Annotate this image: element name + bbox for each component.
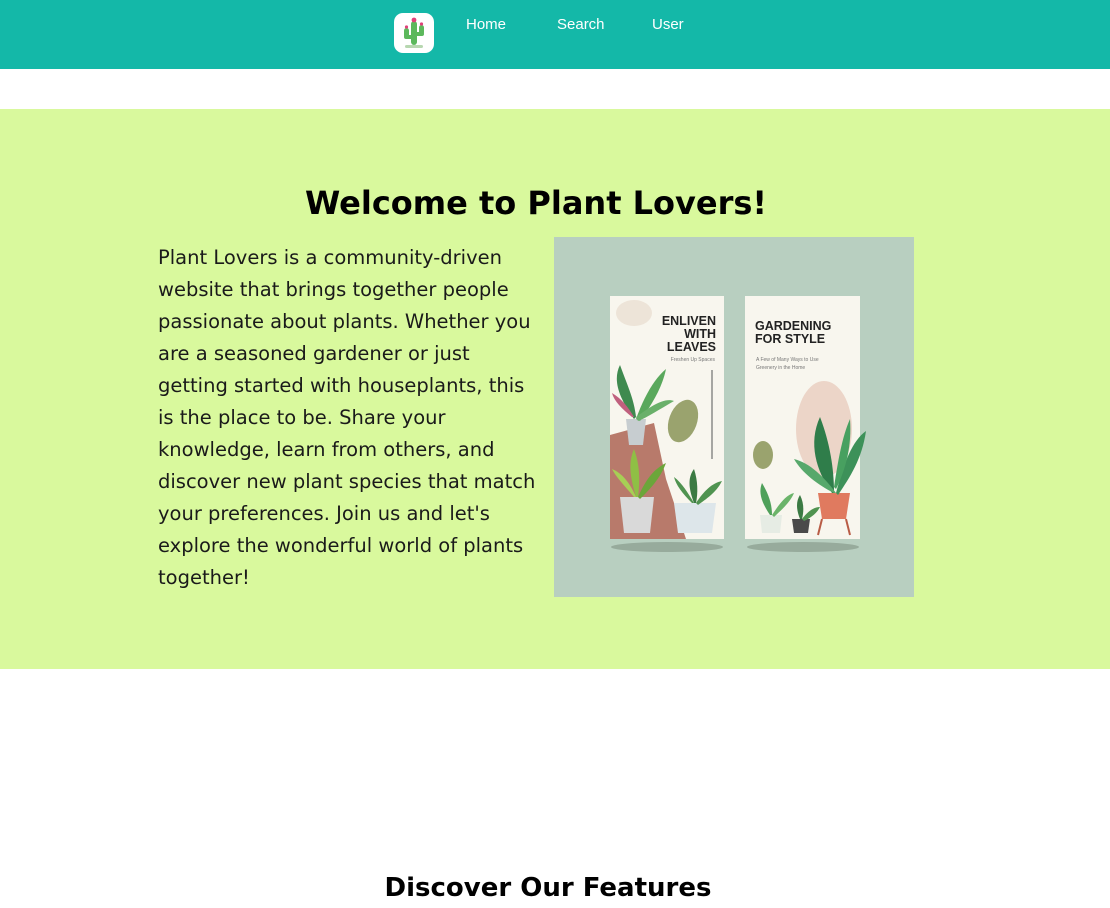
poster1-title-line-3: LEAVES bbox=[667, 340, 716, 354]
poster2-subtitle-line-1: A Few of Many Ways to Use bbox=[756, 357, 819, 363]
nav-link-search[interactable]: Search bbox=[557, 15, 605, 35]
poster-card-enliven: ENLIVEN WITH LEAVES Freshen Up Spaces bbox=[610, 296, 724, 539]
poster2-subtitle-line-2: Greenery in the Home bbox=[756, 365, 805, 371]
nav-link-user[interactable]: User bbox=[652, 15, 684, 35]
poster-card-gardening: GARDENING FOR STYLE A Few of Many Ways t… bbox=[745, 296, 866, 539]
navbar: Home Search User bbox=[0, 0, 1110, 69]
cactus-icon bbox=[404, 17, 424, 48]
welcome-title: Welcome to Plant Lovers! bbox=[305, 184, 767, 222]
poster1-subtitle: Freshen Up Spaces bbox=[671, 357, 716, 363]
poster1-title-line-2: WITH bbox=[684, 327, 716, 341]
welcome-description: Plant Lovers is a community-driven websi… bbox=[158, 246, 536, 589]
plant-posters-image: ENLIVEN WITH LEAVES Freshen Up Spaces GA… bbox=[554, 237, 914, 597]
poster2-title-line-1: GARDENING bbox=[755, 319, 831, 333]
welcome-section: Welcome to Plant Lovers! Plant Lovers is… bbox=[0, 109, 1110, 669]
features-heading: Discover Our Features bbox=[384, 873, 712, 903]
plant-lovers-logo[interactable] bbox=[394, 13, 434, 53]
nav-link-home[interactable]: Home bbox=[466, 15, 506, 35]
poster1-title-line-1: ENLIVEN bbox=[662, 314, 716, 328]
poster2-title-line-2: FOR STYLE bbox=[755, 332, 825, 346]
